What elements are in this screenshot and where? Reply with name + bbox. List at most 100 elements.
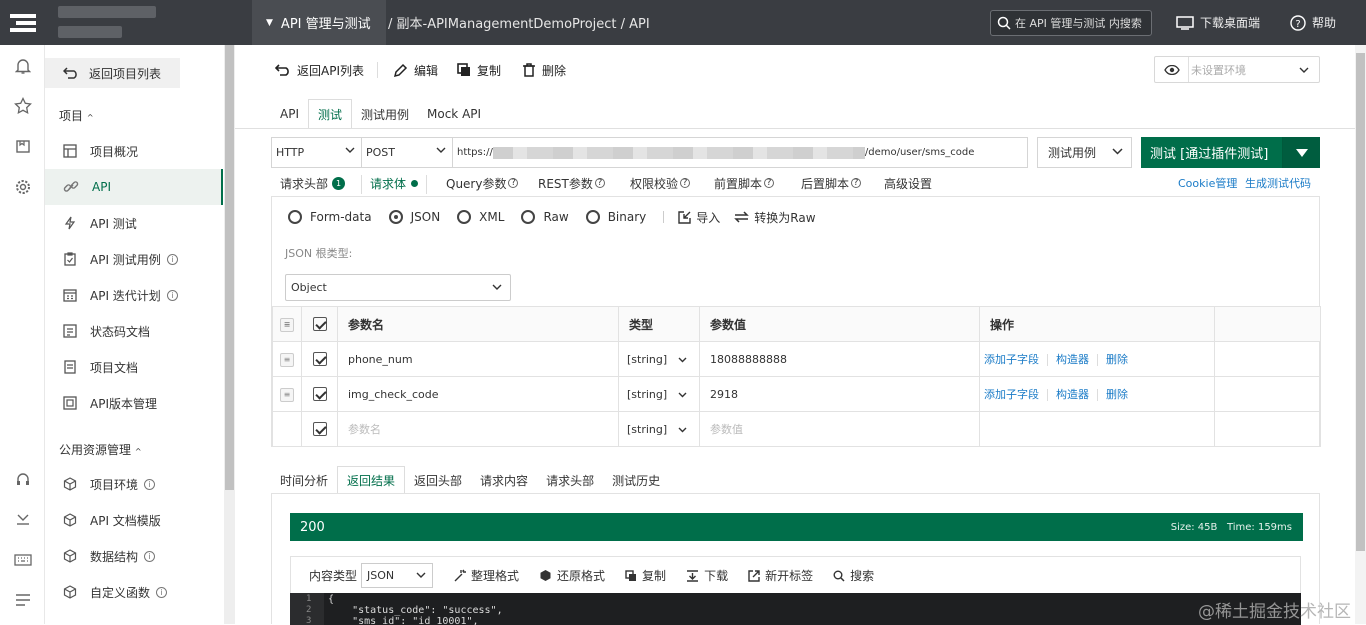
subtab-query-params[interactable]: Query参数?: [446, 175, 519, 194]
section-public-resources[interactable]: 公用资源管理 ^: [59, 441, 142, 458]
tab-response-result[interactable]: 返回结果: [337, 466, 406, 494]
back-to-api-list-button[interactable]: 返回API列表: [275, 59, 364, 81]
import-button[interactable]: 导入: [678, 209, 720, 226]
content-type-select[interactable]: JSON: [361, 563, 434, 588]
open-new-tab-button[interactable]: 新开标签: [748, 567, 813, 584]
sidebar-item-custom-function[interactable]: 自定义函数 i: [45, 574, 223, 610]
test-case-select[interactable]: 测试用例: [1037, 137, 1132, 168]
sidebar-item-api[interactable]: API: [45, 169, 223, 205]
add-child-field-link[interactable]: 添加子字段: [984, 353, 1039, 366]
param-name-cell[interactable]: phone_num: [337, 341, 619, 377]
radio-raw[interactable]: Raw: [521, 210, 569, 224]
param-value-cell[interactable]: 18088888888: [699, 341, 980, 377]
tab-test-history[interactable]: 测试历史: [603, 466, 669, 494]
drag-handle[interactable]: ≡: [272, 341, 302, 377]
subtab-pre-script[interactable]: 前置脚本?: [714, 175, 775, 194]
info-icon[interactable]: i: [144, 478, 156, 490]
radio-xml[interactable]: XML: [457, 210, 504, 224]
subtab-post-script[interactable]: 后置脚本?: [801, 175, 862, 194]
copy-response-button[interactable]: 复制: [625, 567, 666, 584]
tab-test-case[interactable]: 测试用例: [352, 99, 418, 129]
subtab-advanced[interactable]: 高级设置: [884, 175, 932, 194]
folder-icon[interactable]: [12, 135, 34, 157]
subtab-request-headers[interactable]: 请求头部 1: [280, 175, 346, 194]
section-project[interactable]: 项目 ^: [59, 107, 94, 124]
headset-icon[interactable]: [12, 468, 34, 490]
protocol-select[interactable]: HTTP: [271, 137, 362, 168]
help-button[interactable]: ? 帮助: [1290, 0, 1336, 45]
param-value-cell[interactable]: 2918: [699, 376, 980, 412]
info-icon[interactable]: i: [166, 253, 178, 265]
download-response-button[interactable]: 下载: [686, 567, 728, 584]
row-checkbox[interactable]: [312, 422, 327, 436]
info-icon[interactable]: i: [156, 586, 168, 598]
info-icon[interactable]: i: [166, 289, 178, 301]
bell-icon[interactable]: [12, 55, 34, 77]
sidebar-item-project-doc[interactable]: 项目文档: [45, 349, 223, 385]
sidebar-scrollbar-thumb[interactable]: [225, 45, 234, 490]
search-response-button[interactable]: 搜索: [833, 567, 874, 584]
radio-json[interactable]: JSON: [388, 210, 440, 224]
subtab-auth[interactable]: 权限校验?: [630, 175, 691, 194]
tab-response-headers[interactable]: 返回头部: [405, 466, 471, 494]
global-search[interactable]: 在 API 管理与测试 内搜索: [990, 10, 1152, 36]
sidebar-scrollbar[interactable]: [224, 45, 235, 624]
sidebar-item-data-structure[interactable]: 数据结构 i: [45, 538, 223, 574]
sidebar-item-api-doc-template[interactable]: API 文档模版: [45, 502, 223, 538]
restore-format-button[interactable]: 还原格式: [539, 567, 605, 584]
edit-button[interactable]: 编辑: [393, 59, 438, 81]
delete-row-link[interactable]: 删除: [1106, 353, 1128, 366]
checkbox[interactable]: [312, 317, 327, 332]
tab-api[interactable]: API: [271, 99, 308, 129]
cookie-manager-link[interactable]: Cookie管理: [1178, 175, 1237, 191]
eye-icon[interactable]: [1155, 57, 1189, 82]
delete-button[interactable]: 删除: [522, 59, 566, 81]
row-checkbox[interactable]: [312, 387, 327, 401]
add-child-field-link[interactable]: 添加子字段: [984, 388, 1039, 401]
delete-row-link[interactable]: 删除: [1106, 388, 1128, 401]
star-icon[interactable]: [12, 95, 34, 117]
app-logo-icon[interactable]: [0, 0, 45, 45]
url-input[interactable]: https:// /demo/user/sms_code: [453, 137, 1028, 168]
project-menu[interactable]: ▼ API 管理与测试: [252, 0, 386, 45]
run-test-button[interactable]: 测试 [通过插件测试]: [1141, 137, 1320, 168]
select-all-checkbox[interactable]: [301, 306, 338, 342]
builder-link[interactable]: 构造器: [1056, 388, 1089, 401]
sidebar-item-api-version[interactable]: API版本管理: [45, 385, 223, 421]
param-type-select[interactable]: [string]: [618, 411, 700, 447]
menu-icon[interactable]: [12, 589, 34, 611]
json-root-type-select[interactable]: Object: [285, 274, 511, 301]
sidebar-item-api-iteration[interactable]: API 迭代计划 i: [45, 277, 223, 313]
drag-handle[interactable]: ≡: [272, 376, 302, 412]
keyboard-icon[interactable]: [12, 549, 34, 571]
convert-to-raw-button[interactable]: 转换为Raw: [734, 209, 816, 226]
subtab-rest-params[interactable]: REST参数?: [538, 175, 605, 194]
param-type-select[interactable]: [string]: [618, 376, 700, 412]
sidebar-item-api-test-case[interactable]: API 测试用例 i: [45, 241, 223, 277]
row-checkbox[interactable]: [312, 352, 327, 366]
main-scrollbar[interactable]: [1355, 45, 1366, 624]
format-button[interactable]: 整理格式: [453, 567, 519, 584]
collapse-icon[interactable]: [12, 508, 34, 530]
subtab-request-body[interactable]: 请求体: [361, 175, 428, 194]
radio-form-data[interactable]: Form-data: [288, 210, 372, 224]
generate-test-code-link[interactable]: 生成测试代码: [1245, 175, 1311, 191]
sidebar-item-project-env[interactable]: 项目环境 i: [45, 466, 223, 502]
new-param-name-input[interactable]: 参数名: [337, 411, 619, 447]
sidebar-item-overview[interactable]: 项目概况: [45, 133, 223, 169]
drag-col-header[interactable]: ≡: [272, 306, 302, 342]
radio-binary[interactable]: Binary: [585, 210, 646, 224]
back-to-project-list-button[interactable]: 返回项目列表: [45, 58, 180, 88]
tab-test[interactable]: 测试: [307, 99, 352, 129]
tab-request-headers[interactable]: 请求头部: [537, 466, 603, 494]
param-type-select[interactable]: [string]: [618, 341, 700, 377]
response-code-editor[interactable]: 123 { "status_code": "success", "sms_id"…: [290, 593, 1301, 625]
copy-button[interactable]: 复制: [457, 59, 501, 81]
new-param-value-input[interactable]: 参数值: [699, 411, 980, 447]
sidebar-item-api-test[interactable]: API 测试: [45, 205, 223, 241]
param-name-cell[interactable]: img_check_code: [337, 376, 619, 412]
sidebar-item-status-code-doc[interactable]: 状态码文档: [45, 313, 223, 349]
environment-select[interactable]: 未设置环境: [1154, 56, 1320, 83]
run-options-dropdown[interactable]: [1283, 137, 1320, 168]
info-icon[interactable]: i: [144, 550, 156, 562]
